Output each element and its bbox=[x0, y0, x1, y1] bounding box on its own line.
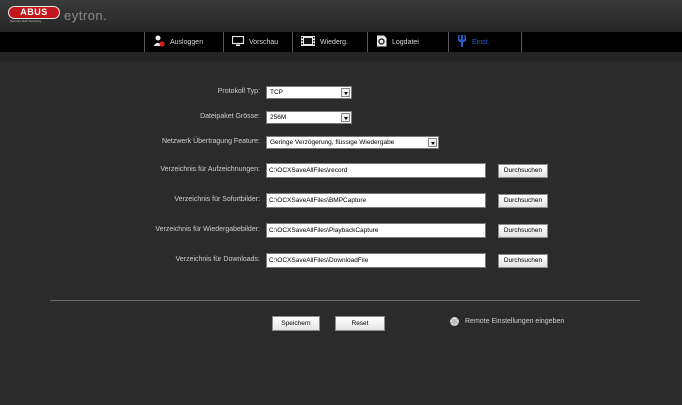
browse-record-button[interactable]: Durchsuchen bbox=[498, 164, 548, 178]
gear-icon bbox=[450, 317, 459, 326]
reset-button[interactable]: Reset bbox=[335, 316, 385, 331]
playback-dir-label: Verzeichnis für Wiedergabebilder: bbox=[155, 226, 260, 233]
main-nav: Ausloggen Vorschau Wiederg. Logdatei Ein… bbox=[0, 32, 682, 52]
nav-settings[interactable]: Einst. bbox=[448, 32, 522, 52]
dropdown-arrow-icon bbox=[341, 113, 350, 122]
nav-preview-label: Vorschau bbox=[249, 38, 279, 46]
nav-logfile-label: Logdatei bbox=[392, 38, 419, 46]
packet-label: Dateipaket Grösse: bbox=[200, 113, 260, 120]
save-button[interactable]: Speichern bbox=[272, 316, 320, 331]
browse-download-button[interactable]: Durchsuchen bbox=[498, 254, 548, 268]
record-dir-field[interactable]: C:\OCXSaveAllFiles\record bbox=[266, 163, 486, 178]
nav-logfile[interactable]: Logdatei bbox=[367, 32, 448, 52]
product-name: eytron. bbox=[64, 8, 108, 23]
remote-settings-link[interactable]: Remote Einstellungen eingeben bbox=[450, 317, 564, 326]
film-icon bbox=[301, 36, 315, 48]
settings-panel: Protokoll Typ: TCP Dateipaket Grösse: 25… bbox=[0, 52, 682, 405]
nav-preview[interactable]: Vorschau bbox=[223, 32, 292, 52]
network-feature-select[interactable]: Geringe Verzögerung, flüssige Wiedergabe bbox=[266, 136, 439, 149]
nav-playback-label: Wiederg. bbox=[320, 38, 349, 46]
protocol-value: TCP bbox=[270, 89, 283, 96]
dropdown-arrow-icon bbox=[428, 138, 437, 147]
dropdown-arrow-icon bbox=[341, 88, 350, 97]
network-label: Netzwerk Übertragung Feature: bbox=[161, 138, 260, 145]
packet-row: Dateipaket Grösse: bbox=[0, 111, 260, 125]
network-row: Netzwerk Übertragung Feature: bbox=[0, 136, 260, 150]
protocol-label: Protokoll Typ: bbox=[217, 88, 260, 95]
record-dir-row: Verzeichnis für Aufzeichnungen: bbox=[0, 164, 260, 178]
playback-dir-field[interactable]: C:\OCXSaveAllFiles\PlaybackCapture bbox=[266, 223, 486, 238]
snapshot-dir-row: Verzeichnis für Sofortbilder: bbox=[0, 194, 260, 208]
protocol-select[interactable]: TCP bbox=[266, 86, 352, 99]
snapshot-dir-field[interactable]: C:\OCXSaveAllFiles\BMPCapture bbox=[266, 193, 486, 208]
browse-playback-button[interactable]: Durchsuchen bbox=[498, 224, 548, 238]
record-dir-label: Verzeichnis für Aufzeichnungen: bbox=[160, 166, 260, 173]
brand-bar: ABUS Security Tech Germany eytron. bbox=[0, 0, 682, 32]
log-file-icon bbox=[376, 35, 387, 49]
abus-logo: ABUS Security Tech Germany bbox=[8, 6, 60, 23]
playback-dir-row: Verzeichnis für Wiedergabebilder: bbox=[0, 224, 260, 238]
nav-logout-label: Ausloggen bbox=[170, 38, 204, 46]
settings-fork-icon bbox=[457, 35, 467, 49]
download-dir-label: Verzeichnis für Downloads: bbox=[175, 256, 260, 263]
logo-text: ABUS bbox=[8, 6, 60, 19]
nav-playback[interactable]: Wiederg. bbox=[292, 32, 367, 52]
nav-settings-label: Einst. bbox=[472, 38, 490, 46]
browse-snapshot-button[interactable]: Durchsuchen bbox=[498, 194, 548, 208]
packet-value: 256M bbox=[270, 114, 287, 121]
snapshot-dir-label: Verzeichnis für Sofortbilder: bbox=[174, 196, 260, 203]
monitor-icon bbox=[231, 35, 245, 49]
download-dir-row: Verzeichnis für Downloads: bbox=[0, 254, 260, 268]
remote-settings-label: Remote Einstellungen eingeben bbox=[465, 318, 565, 325]
protocol-row: Protokoll Typ: bbox=[0, 86, 260, 100]
section-divider bbox=[50, 300, 640, 301]
app-window: ABUS Security Tech Germany eytron. Auslo… bbox=[0, 0, 682, 405]
network-value: Geringe Verzögerung, flüssige Wiedergabe bbox=[270, 139, 395, 146]
logo-tagline: Security Tech Germany bbox=[10, 19, 42, 23]
user-logout-icon bbox=[153, 35, 165, 49]
packet-size-select[interactable]: 256M bbox=[266, 111, 352, 124]
nav-logout[interactable]: Ausloggen bbox=[144, 32, 223, 52]
download-dir-field[interactable]: C:\OCXSaveAllFiles\DownloadFile bbox=[266, 253, 486, 268]
